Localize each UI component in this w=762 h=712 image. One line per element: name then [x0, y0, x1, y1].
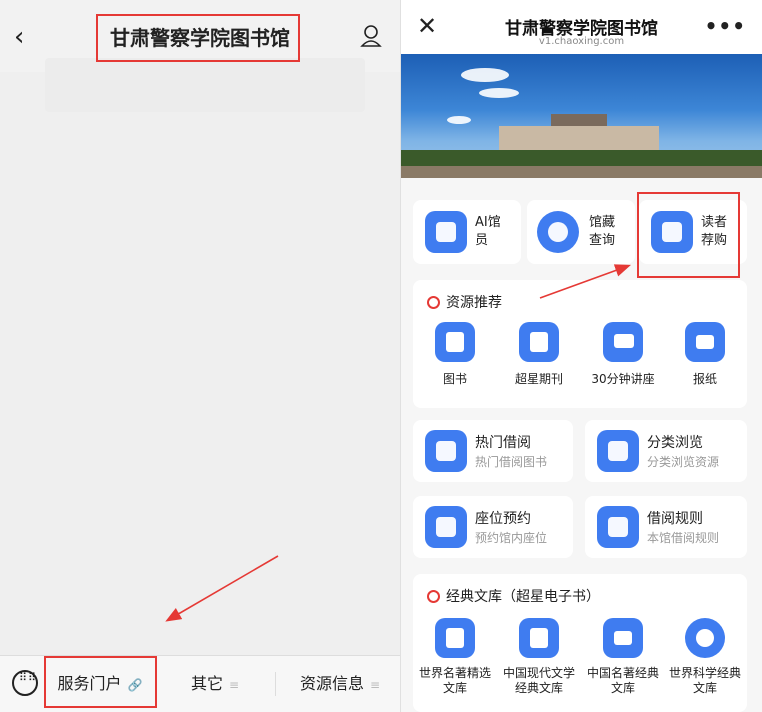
right-panel: ✕ 甘肃警察学院图书馆 v1.chaoxing.com ••• AI馆员 馆藏查…: [401, 0, 762, 712]
cn-classics-icon[interactable]: [603, 618, 643, 658]
label: 中国现代文学: [502, 666, 575, 680]
category-icon: [597, 430, 639, 472]
service-title: 借阅规则: [647, 511, 703, 527]
library-banner-image: [401, 54, 762, 178]
tab-label: 资源信息: [299, 674, 364, 693]
right-nav-bar: ✕ 甘肃警察学院图书馆 v1.chaoxing.com •••: [401, 0, 762, 54]
service-subtitle: 分类浏览资源: [647, 455, 720, 469]
label: AI馆: [475, 215, 501, 230]
classics-label[interactable]: 世界科学经典 文库: [660, 666, 750, 696]
recommend-highlight-box: [637, 192, 740, 278]
resources-section: 资源推荐 图书 超星期刊 30分钟讲座 报纸: [413, 280, 747, 408]
rules-icon: [597, 506, 639, 548]
quick-ai-librarian[interactable]: AI馆员: [413, 200, 521, 264]
tab-label: 其它: [190, 674, 223, 693]
resource-label[interactable]: 报纸: [660, 372, 750, 387]
resource-label[interactable]: 图书: [410, 372, 500, 387]
service-hot-borrow[interactable]: 热门借阅 热门借阅图书: [413, 420, 573, 482]
book-icon[interactable]: [435, 322, 475, 362]
lecture-icon[interactable]: [603, 322, 643, 362]
service-subtitle: 预约馆内座位: [475, 531, 548, 545]
label: 中国名著经典: [586, 666, 659, 680]
menu-icon: ≡: [228, 678, 240, 692]
tab-other[interactable]: 其它 ≡: [160, 656, 270, 712]
loading-placeholder: [45, 58, 365, 112]
label: 馆藏: [589, 215, 616, 230]
title-highlight-box: [96, 14, 300, 62]
user-icon[interactable]: [360, 24, 382, 52]
service-category-browse[interactable]: 分类浏览 分类浏览资源: [585, 420, 747, 482]
label: 文库: [442, 681, 467, 695]
resource-label[interactable]: 超星期刊: [494, 372, 584, 387]
label: 文库: [692, 681, 717, 695]
service-title: 热门借阅: [475, 435, 531, 451]
keyboard-icon[interactable]: ⠿⠿: [12, 670, 38, 696]
label: 查询: [589, 233, 616, 248]
search-icon: [537, 211, 579, 253]
more-icon[interactable]: •••: [705, 14, 746, 38]
label: 文库: [610, 681, 635, 695]
service-seat-booking[interactable]: 座位预约 预约馆内座位: [413, 496, 573, 558]
classics-label[interactable]: 中国现代文学 经典文库: [494, 666, 584, 696]
menu-icon: ≡: [369, 678, 381, 692]
label: 世界科学经典: [668, 666, 741, 680]
seat-icon: [425, 506, 467, 548]
label: 经典文库: [514, 681, 563, 695]
label: 员: [475, 233, 489, 248]
world-classics-icon[interactable]: [435, 618, 475, 658]
journal-icon[interactable]: [519, 322, 559, 362]
newspaper-icon[interactable]: [685, 322, 725, 362]
circle-icon: [427, 589, 440, 603]
circle-icon: [427, 295, 440, 309]
service-title: 分类浏览: [647, 435, 703, 451]
robot-icon: [425, 211, 467, 253]
section-title: 经典文库（超星电子书）: [446, 589, 600, 605]
classics-label[interactable]: 世界名著精选 文库: [410, 666, 500, 696]
section-title: 资源推荐: [446, 295, 502, 311]
left-panel: ‹ 甘肃警察学院图书馆 ⠿⠿ 服务门户 🔗 其它 ≡ 资源信息 ≡: [0, 0, 401, 712]
label: 世界名著精选: [418, 666, 491, 680]
divider: [275, 672, 276, 696]
service-subtitle: 本馆借阅规则: [647, 531, 720, 545]
classics-label[interactable]: 中国名著经典 文库: [578, 666, 668, 696]
cn-modern-icon[interactable]: [519, 618, 559, 658]
globe-icon[interactable]: [685, 618, 725, 658]
tab-resource-info[interactable]: 资源信息 ≡: [280, 656, 400, 712]
quick-collection-search[interactable]: 馆藏 查询: [527, 200, 635, 264]
resource-label[interactable]: 30分钟讲座: [578, 372, 668, 387]
classics-section: 经典文库（超星电子书） 世界名著精选 文库 中国现代文学 经典文库 中国名著经典 文库…: [413, 574, 747, 712]
service-subtitle: 热门借阅图书: [475, 455, 548, 469]
tab-highlight-box: [44, 656, 157, 708]
hot-book-icon: [425, 430, 467, 472]
service-borrow-rules[interactable]: 借阅规则 本馆借阅规则: [585, 496, 747, 558]
service-title: 座位预约: [475, 511, 531, 527]
